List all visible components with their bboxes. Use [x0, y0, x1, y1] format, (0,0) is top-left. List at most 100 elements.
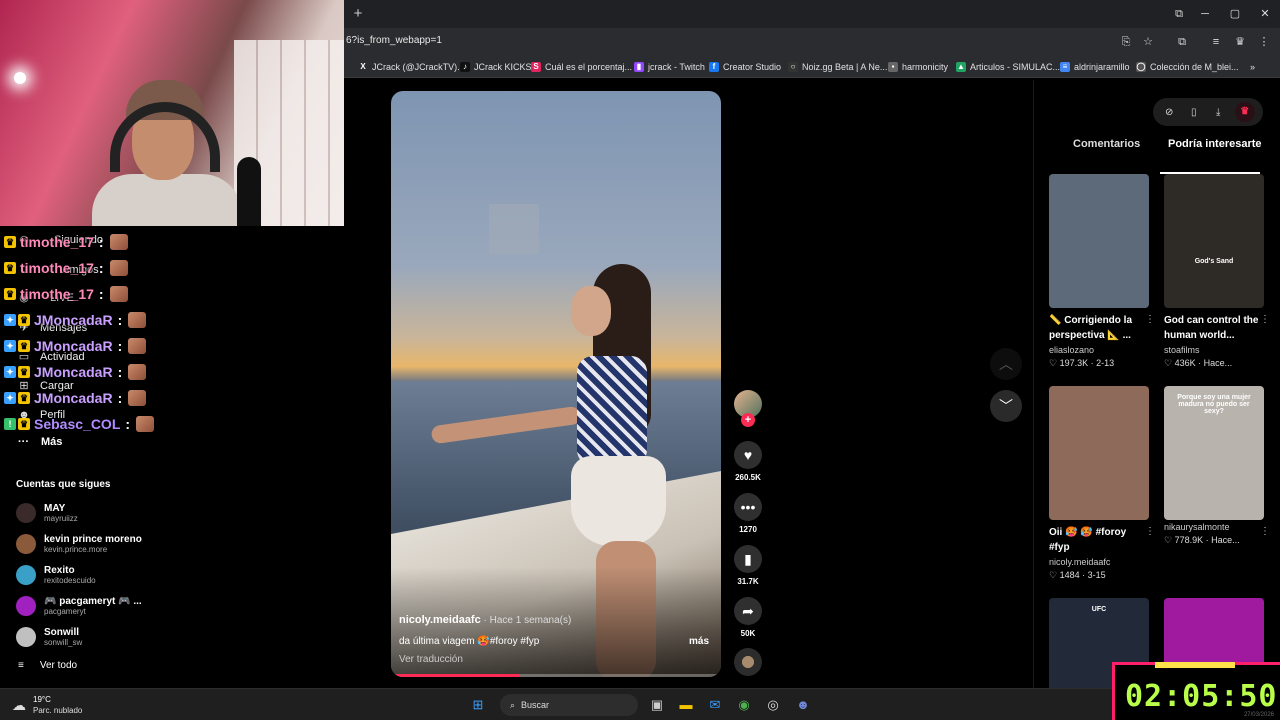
obs-icon[interactable]: ◎: [763, 695, 783, 715]
sound-disc-icon[interactable]: [734, 648, 762, 676]
account-avatar[interactable]: ♛: [1234, 102, 1255, 122]
file-explorer-icon[interactable]: ▬: [676, 695, 696, 715]
video-author[interactable]: nicoly.meidaafc · Hace 1 semana(s): [399, 614, 571, 626]
emote-icon: [109, 260, 128, 276]
chat-separator: :: [117, 312, 123, 328]
bookmark-item[interactable]: ○ Noiz.gg Beta | A Ne...: [788, 60, 887, 74]
chat-message: ✦ ♛ JMoncadaR:: [4, 362, 147, 382]
video-thumbnail[interactable]: Porque soy una mujer madura no puedo ser…: [1164, 386, 1264, 520]
maximize-button[interactable]: ▢: [1220, 4, 1250, 24]
video-progress-bar[interactable]: [391, 674, 721, 677]
card-stats: ♡ 778.9K · Hace...: [1164, 535, 1240, 545]
install-app-icon[interactable]: ⎘: [1118, 34, 1134, 50]
card-author[interactable]: nicoly.meidaafc: [1049, 557, 1149, 567]
recommended-video-card[interactable]: 📏 Corrigiendo la perspectiva 📐 ... eliasl…: [1049, 174, 1155, 369]
see-all-button[interactable]: ≡ Ver todo: [18, 660, 77, 671]
chat-username[interactable]: timothe_17: [20, 234, 94, 250]
emote-icon: [109, 234, 128, 250]
bookmark-item[interactable]: ♪ JCrack KICKS: [460, 60, 532, 74]
bookmark-item[interactable]: X JCrack (@JCrackTV)...: [358, 60, 464, 74]
bookmark-star-icon[interactable]: ☆: [1140, 34, 1156, 50]
chat-username[interactable]: JMoncadaR: [34, 390, 113, 406]
extensions-icon[interactable]: ⧉: [1174, 34, 1190, 50]
weather-icon[interactable]: ☁: [12, 697, 26, 714]
bookmark-item[interactable]: ▲ Articulos - SIMULAC...: [956, 60, 1060, 74]
bookmark-item[interactable]: f Creator Studio: [709, 60, 781, 74]
new-tab-button[interactable]: +: [348, 4, 368, 24]
save-button[interactable]: ▮ 31.7K: [734, 545, 762, 586]
comment-button[interactable]: ••• 1270: [734, 493, 762, 534]
browser-tab-strip: + ⧉ ─ ▢ ✕: [344, 0, 1280, 28]
video-thumbnail[interactable]: [1049, 174, 1149, 308]
video-thumbnail[interactable]: [1049, 386, 1149, 520]
account-name: Rexito: [44, 564, 75, 576]
avatar: [16, 503, 36, 523]
video-thumbnail[interactable]: God's Sand: [1164, 174, 1264, 308]
card-author[interactable]: eliaslozano: [1049, 345, 1149, 355]
media-controls-icon[interactable]: ≡: [1208, 34, 1224, 50]
chat-username[interactable]: JMoncadaR: [34, 364, 113, 380]
previous-video-button[interactable]: ︿: [990, 348, 1022, 380]
followed-account[interactable]: MAY mayruiizz: [16, 500, 78, 526]
bookmark-item[interactable]: S Cuál es el porcentaj...: [531, 60, 632, 74]
mail-icon[interactable]: ✉: [705, 695, 725, 715]
see-translation-link[interactable]: Ver traducción: [399, 654, 463, 665]
profile-icon[interactable]: ♛: [1232, 34, 1248, 50]
url-field[interactable]: 6?is_from_webapp=1: [346, 35, 442, 46]
crown-badge-icon: ♛: [18, 392, 30, 404]
tab-recommended[interactable]: Podría interesarte: [1168, 138, 1262, 150]
card-author[interactable]: nikaurysalmonte: [1164, 522, 1264, 532]
card-menu-icon[interactable]: ⋮: [1260, 526, 1270, 537]
card-menu-icon[interactable]: ⋮: [1145, 526, 1155, 537]
caption-more-link[interactable]: más: [689, 636, 709, 647]
bookmark-item[interactable]: ◯ Colección de M_blei...: [1136, 60, 1239, 74]
task-view-icon[interactable]: ▣: [647, 695, 667, 715]
card-author[interactable]: stoafilms: [1164, 345, 1264, 355]
chat-separator: :: [117, 390, 123, 406]
followed-account[interactable]: Sonwill sonwill_sw: [16, 624, 82, 650]
chat-username[interactable]: JMoncadaR: [34, 312, 113, 328]
chat-username[interactable]: timothe_17: [20, 260, 94, 276]
avatar: [16, 534, 36, 554]
discord-icon[interactable]: ☻: [793, 695, 813, 715]
start-icon[interactable]: ⊞: [468, 695, 488, 715]
chrome-icon[interactable]: ◉: [734, 695, 754, 715]
share-button[interactable]: ➦ 50K: [734, 597, 762, 638]
browser-menu-icon[interactable]: ⋮: [1256, 34, 1272, 50]
recommended-video-card[interactable]: God's Sand God can control the human worl…: [1164, 174, 1270, 369]
card-menu-icon[interactable]: ⋮: [1260, 314, 1270, 325]
avatar: [16, 627, 36, 647]
phone-icon[interactable]: ▯: [1186, 107, 1202, 118]
chat-username[interactable]: timothe_17: [20, 286, 94, 302]
crown-badge-icon: ♛: [18, 340, 30, 352]
chat-separator: :: [98, 234, 104, 250]
bookmark-item[interactable]: ▮ jcrack - Twitch: [634, 60, 705, 74]
like-button[interactable]: ♥ 260.5K: [734, 441, 762, 482]
close-window-button[interactable]: ✕: [1250, 4, 1280, 24]
account-handle: kevin.prince.more: [44, 544, 108, 554]
bookmark-item[interactable]: ≡ aldrinjaramillo: [1060, 60, 1130, 74]
chat-separator: :: [117, 338, 123, 354]
followed-account[interactable]: 🎮 pacgameryt 🎮 ... pacgameryt: [16, 593, 142, 619]
recommended-video-card[interactable]: Oii 🥵 🥵 #foroy #fyp nicoly.meidaafc ♡ 1484…: [1049, 386, 1155, 581]
next-video-button[interactable]: ﹀: [990, 390, 1022, 422]
chat-message: ✦ ♛ JMoncadaR:: [4, 336, 147, 356]
follow-button[interactable]: +: [741, 413, 755, 427]
recommended-video-card[interactable]: Porque soy una mujer madura no puedo ser…: [1164, 386, 1270, 546]
video-player[interactable]: nicoly.meidaafc · Hace 1 semana(s) da úl…: [391, 91, 721, 677]
taskbar-search[interactable]: ⌕ Buscar: [500, 694, 638, 716]
minimize-button[interactable]: ─: [1190, 4, 1220, 24]
chat-username[interactable]: JMoncadaR: [34, 338, 113, 354]
chat-username[interactable]: Sebasc_COL: [34, 416, 120, 432]
followed-account[interactable]: Rexito rexitodescuido: [16, 562, 96, 588]
bookmarks-overflow-button[interactable]: »: [1250, 60, 1255, 74]
card-menu-icon[interactable]: ⋮: [1145, 314, 1155, 325]
download-icon[interactable]: ⤓: [1210, 107, 1226, 118]
nav-more[interactable]: ··· Más: [18, 436, 62, 448]
list-icon: ≡: [18, 660, 24, 671]
compass-icon[interactable]: ⊘: [1161, 107, 1177, 118]
bookmark-item[interactable]: ▪ harmonicity: [888, 60, 948, 74]
tab-comments[interactable]: Comentarios: [1073, 138, 1140, 150]
chat-separator: :: [98, 286, 104, 302]
followed-account[interactable]: kevin prince moreno kevin.prince.more: [16, 531, 142, 557]
